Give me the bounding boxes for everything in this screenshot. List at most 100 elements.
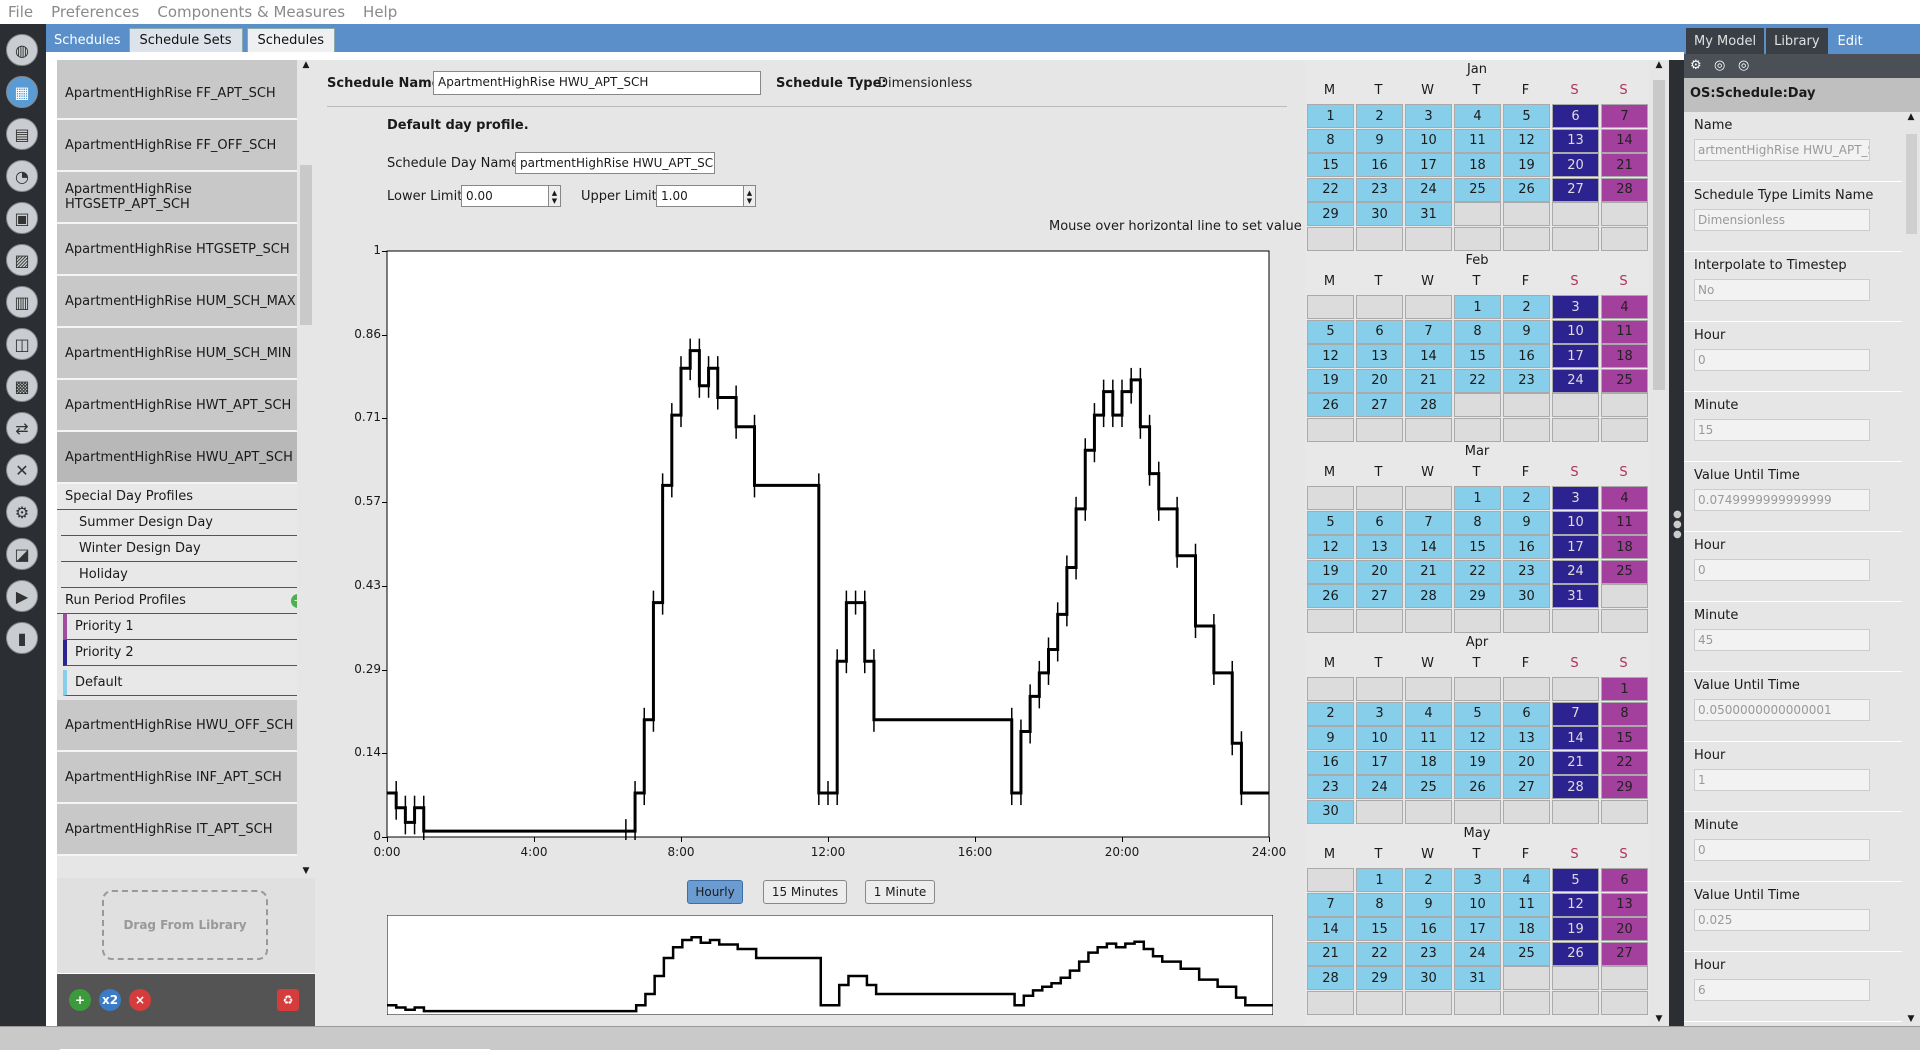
calendar-day[interactable]: 13 bbox=[1356, 535, 1403, 559]
calendar-day[interactable]: 11 bbox=[1454, 128, 1501, 153]
overview-chart[interactable] bbox=[387, 915, 1273, 1015]
calendar-day[interactable]: 26 bbox=[1307, 393, 1354, 417]
menu-components-measures[interactable]: Components & Measures bbox=[157, 3, 345, 21]
calendar-day[interactable]: 16 bbox=[1503, 344, 1550, 368]
run-simulation-tab-icon[interactable]: ▶ bbox=[6, 580, 38, 612]
calendar-day[interactable]: 12 bbox=[1552, 892, 1599, 917]
loads-tab-icon[interactable]: ◔ bbox=[6, 160, 38, 192]
results-tab-icon[interactable]: ▮ bbox=[6, 622, 38, 654]
calendar-day[interactable]: 20 bbox=[1356, 559, 1403, 584]
calendar-day[interactable]: 5 bbox=[1454, 701, 1501, 726]
lower-limit-field[interactable]: 0.00 ▲ ▼ bbox=[461, 185, 561, 207]
calendar-day[interactable]: 22 bbox=[1454, 559, 1501, 584]
calendar-day[interactable]: 17 bbox=[1552, 344, 1599, 368]
inspector-field-value[interactable]: 0.025 bbox=[1694, 909, 1870, 931]
calendar-day[interactable]: 4 bbox=[1454, 104, 1501, 128]
calendar-day[interactable]: 27 bbox=[1356, 393, 1403, 417]
inspector-field-value[interactable]: 0 bbox=[1694, 839, 1870, 861]
spaces-tab-icon[interactable]: ◫ bbox=[6, 328, 38, 360]
winter-design-day-item[interactable]: Winter Design Day bbox=[61, 536, 315, 562]
calendar-day[interactable]: 31 bbox=[1454, 966, 1501, 990]
calendar-day[interactable]: 30 bbox=[1307, 799, 1354, 824]
inspector-field-value[interactable]: Dimensionless bbox=[1694, 209, 1870, 231]
calendar-day[interactable]: 3 bbox=[1405, 104, 1452, 128]
calendar-day[interactable]: 25 bbox=[1405, 775, 1452, 799]
calendar-day[interactable]: 27 bbox=[1503, 775, 1550, 799]
splitter-handle-icon[interactable]: ● ● ● bbox=[1673, 510, 1682, 540]
calendar-day[interactable]: 2 bbox=[1503, 486, 1550, 510]
inspector-field-value[interactable]: 1 bbox=[1694, 769, 1870, 791]
calendar-day[interactable]: 4 bbox=[1601, 486, 1648, 510]
calendar-day[interactable]: 5 bbox=[1307, 510, 1354, 535]
calendar-day[interactable]: 5 bbox=[1552, 868, 1599, 892]
schedule-name-field[interactable]: ApartmentHighRise HWU_APT_SCH bbox=[433, 71, 761, 95]
calendar-day[interactable]: 9 bbox=[1307, 726, 1354, 750]
calendar-day[interactable]: 25 bbox=[1454, 177, 1501, 202]
calendar-day[interactable]: 26 bbox=[1503, 177, 1550, 202]
calendar-day[interactable]: 30 bbox=[1356, 202, 1403, 226]
calendar-day[interactable]: 9 bbox=[1405, 892, 1452, 917]
calendar-day[interactable]: 6 bbox=[1552, 104, 1599, 128]
inspector-scroll-thumb[interactable] bbox=[1906, 134, 1917, 234]
inspector-field-value[interactable]: 0 bbox=[1694, 559, 1870, 581]
calendar-day[interactable]: 3 bbox=[1552, 295, 1599, 319]
calendar-day[interactable]: 25 bbox=[1601, 559, 1648, 584]
calendar-day[interactable]: 9 bbox=[1356, 128, 1403, 153]
thermal-zones-tab-icon[interactable]: ▩ bbox=[6, 370, 38, 402]
calendar-day[interactable]: 1 bbox=[1454, 295, 1501, 319]
facility-tab-icon[interactable]: ▥ bbox=[6, 286, 38, 318]
calendar-day[interactable]: 17 bbox=[1356, 750, 1403, 775]
calendar-day[interactable]: 13 bbox=[1552, 128, 1599, 153]
calendar-day[interactable]: 22 bbox=[1307, 177, 1354, 202]
calendar-day[interactable]: 19 bbox=[1552, 917, 1599, 941]
calendar-day[interactable]: 12 bbox=[1307, 535, 1354, 559]
scroll-up-icon[interactable]: ▲ bbox=[297, 60, 315, 70]
inspector-field-value[interactable]: 0 bbox=[1694, 349, 1870, 371]
calendar-day[interactable]: 26 bbox=[1307, 584, 1354, 608]
calendar-day[interactable]: 12 bbox=[1307, 344, 1354, 368]
selected-schedule-item[interactable]: ApartmentHighRise HWU_APT_SCH▼ bbox=[57, 432, 315, 484]
calendar-day[interactable]: 31 bbox=[1405, 202, 1452, 226]
calendar-day[interactable]: 29 bbox=[1356, 966, 1403, 990]
calendar-day[interactable]: 13 bbox=[1503, 726, 1550, 750]
calendar-day[interactable]: 14 bbox=[1552, 726, 1599, 750]
calendar-day[interactable]: 28 bbox=[1405, 393, 1452, 417]
calendar-day[interactable]: 28 bbox=[1552, 775, 1599, 799]
drag-from-library-box[interactable]: Drag From Library bbox=[102, 890, 268, 960]
scroll-down-icon[interactable]: ▼ bbox=[1902, 1014, 1920, 1024]
tab-edit[interactable]: Edit bbox=[1829, 28, 1871, 54]
calendar-day[interactable]: 24 bbox=[1552, 559, 1599, 584]
tab-schedule-sets[interactable]: Schedule Sets bbox=[128, 28, 243, 52]
add-icon[interactable]: + bbox=[69, 989, 91, 1011]
calendar-day[interactable]: 24 bbox=[1356, 775, 1403, 799]
calendar-day[interactable]: 29 bbox=[1601, 775, 1648, 799]
inspector-field-value[interactable]: 0.0500000000000001 bbox=[1694, 699, 1870, 721]
calendar-day[interactable]: 15 bbox=[1454, 535, 1501, 559]
calendar-day[interactable]: 29 bbox=[1307, 202, 1354, 226]
calendar-day[interactable]: 12 bbox=[1454, 726, 1501, 750]
copy-icon[interactable]: x2 bbox=[99, 989, 121, 1011]
calendar-day[interactable]: 22 bbox=[1601, 750, 1648, 775]
tab-library[interactable]: Library bbox=[1766, 28, 1828, 54]
list-item[interactable]: ApartmentHighRise HWT_APT_SCH◀ bbox=[57, 380, 315, 432]
calendar-day[interactable]: 28 bbox=[1307, 966, 1354, 990]
day-name-field[interactable]: partmentHighRise HWU_APT_SCH bbox=[515, 152, 715, 174]
calendar-day[interactable]: 15 bbox=[1356, 917, 1403, 941]
calendar-day[interactable]: 7 bbox=[1601, 104, 1648, 128]
calendar-day[interactable]: 23 bbox=[1503, 559, 1550, 584]
list-item[interactable]: ApartmentHighRise HTGSETP_APT_SCH◀ bbox=[57, 172, 315, 224]
calendar-day[interactable]: 23 bbox=[1356, 177, 1403, 202]
calendar-day[interactable]: 31 bbox=[1552, 584, 1599, 608]
inspector-field-value[interactable]: 15 bbox=[1694, 419, 1870, 441]
list-item[interactable]: ApartmentHighRise HUM_SCH_MAX◀ bbox=[57, 276, 315, 328]
calendar-day[interactable]: 10 bbox=[1552, 319, 1599, 344]
scroll-down-icon[interactable]: ▼ bbox=[1649, 1014, 1669, 1024]
calendar-day[interactable]: 7 bbox=[1405, 319, 1452, 344]
list-item[interactable]: ApartmentHighRise IT_APT_SCH◀ bbox=[57, 804, 315, 856]
run-tab-icon[interactable]: ◪ bbox=[6, 538, 38, 570]
calendar-day[interactable]: 10 bbox=[1405, 128, 1452, 153]
calendar-day[interactable]: 5 bbox=[1503, 104, 1550, 128]
inspector-field-value[interactable]: 0.0749999999999999 bbox=[1694, 489, 1870, 511]
calendar-day[interactable]: 27 bbox=[1356, 584, 1403, 608]
hvac-tab-icon[interactable]: ⇄ bbox=[6, 412, 38, 444]
